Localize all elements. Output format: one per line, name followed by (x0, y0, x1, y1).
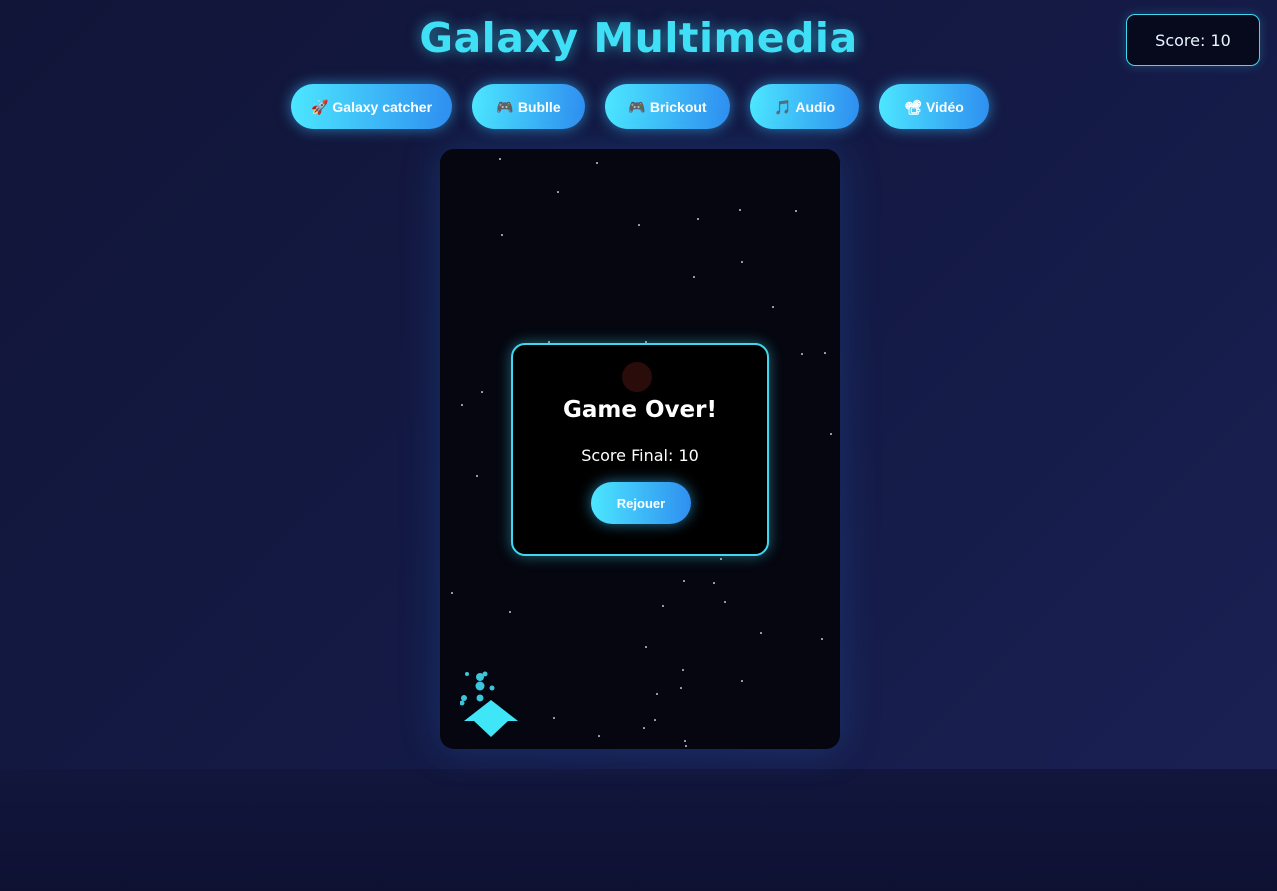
star (821, 638, 823, 640)
star (772, 306, 774, 308)
star (598, 735, 600, 737)
star (680, 687, 682, 689)
spaceship-icon (460, 671, 518, 737)
rocket-icon: 🚀 (310, 98, 329, 115)
star (795, 210, 797, 212)
replay-button[interactable]: Rejouer (591, 482, 691, 524)
star (697, 218, 699, 220)
film-projector-icon: 📽 (904, 98, 922, 115)
star (645, 646, 647, 648)
star (451, 592, 453, 594)
score-display: Score: 10 (1126, 14, 1260, 66)
star (643, 727, 645, 729)
star (801, 353, 803, 355)
star (557, 191, 559, 193)
nav-button-galaxy-catcher[interactable]: 🚀 Galaxy catcher (291, 84, 452, 129)
star (656, 693, 658, 695)
nav-button-label: Audio (795, 98, 836, 115)
star (724, 601, 726, 603)
star (683, 580, 685, 582)
game-over-title: Game Over! (563, 397, 717, 423)
star (509, 611, 511, 613)
star (713, 582, 715, 584)
star (499, 158, 501, 160)
star (830, 433, 832, 435)
star (638, 224, 640, 226)
star (824, 352, 826, 354)
nav-button-bublle[interactable]: 🎮 Bublle (472, 84, 585, 129)
star (720, 558, 722, 560)
star (654, 719, 656, 721)
game-canvas[interactable]: Game Over! Score Final: 10 Rejouer (440, 149, 840, 749)
star (741, 261, 743, 263)
star (596, 162, 598, 164)
nav-button-audio[interactable]: 🎵 Audio (750, 84, 859, 129)
nav-button-label: Brickout (649, 98, 707, 115)
game-over-dialog: Game Over! Score Final: 10 Rejouer (511, 343, 769, 556)
star (501, 234, 503, 236)
nav-button-brickout[interactable]: 🎮 Brickout (605, 84, 730, 129)
music-note-icon: 🎵 (773, 98, 792, 115)
star (682, 669, 684, 671)
page-title: Galaxy Multimedia (419, 14, 858, 62)
star (481, 391, 483, 393)
star (741, 680, 743, 682)
star (685, 745, 687, 747)
page-background (0, 769, 1277, 891)
final-score: Score Final: 10 (581, 446, 699, 465)
star (662, 605, 664, 607)
nav-button-label: Bublle (517, 98, 561, 115)
star (760, 632, 762, 634)
star (693, 276, 695, 278)
star (739, 209, 741, 211)
nav-button-video[interactable]: 📽 Vidéo (879, 84, 989, 129)
star (461, 404, 463, 406)
star (553, 717, 555, 719)
gamepad-icon: 🎮 (496, 98, 514, 115)
gamepad-icon: 🎮 (628, 98, 646, 115)
star (476, 475, 478, 477)
star (684, 740, 686, 742)
nav-button-label: Galaxy catcher (332, 98, 433, 115)
falling-orb (622, 362, 652, 392)
nav-button-label: Vidéo (925, 98, 964, 115)
